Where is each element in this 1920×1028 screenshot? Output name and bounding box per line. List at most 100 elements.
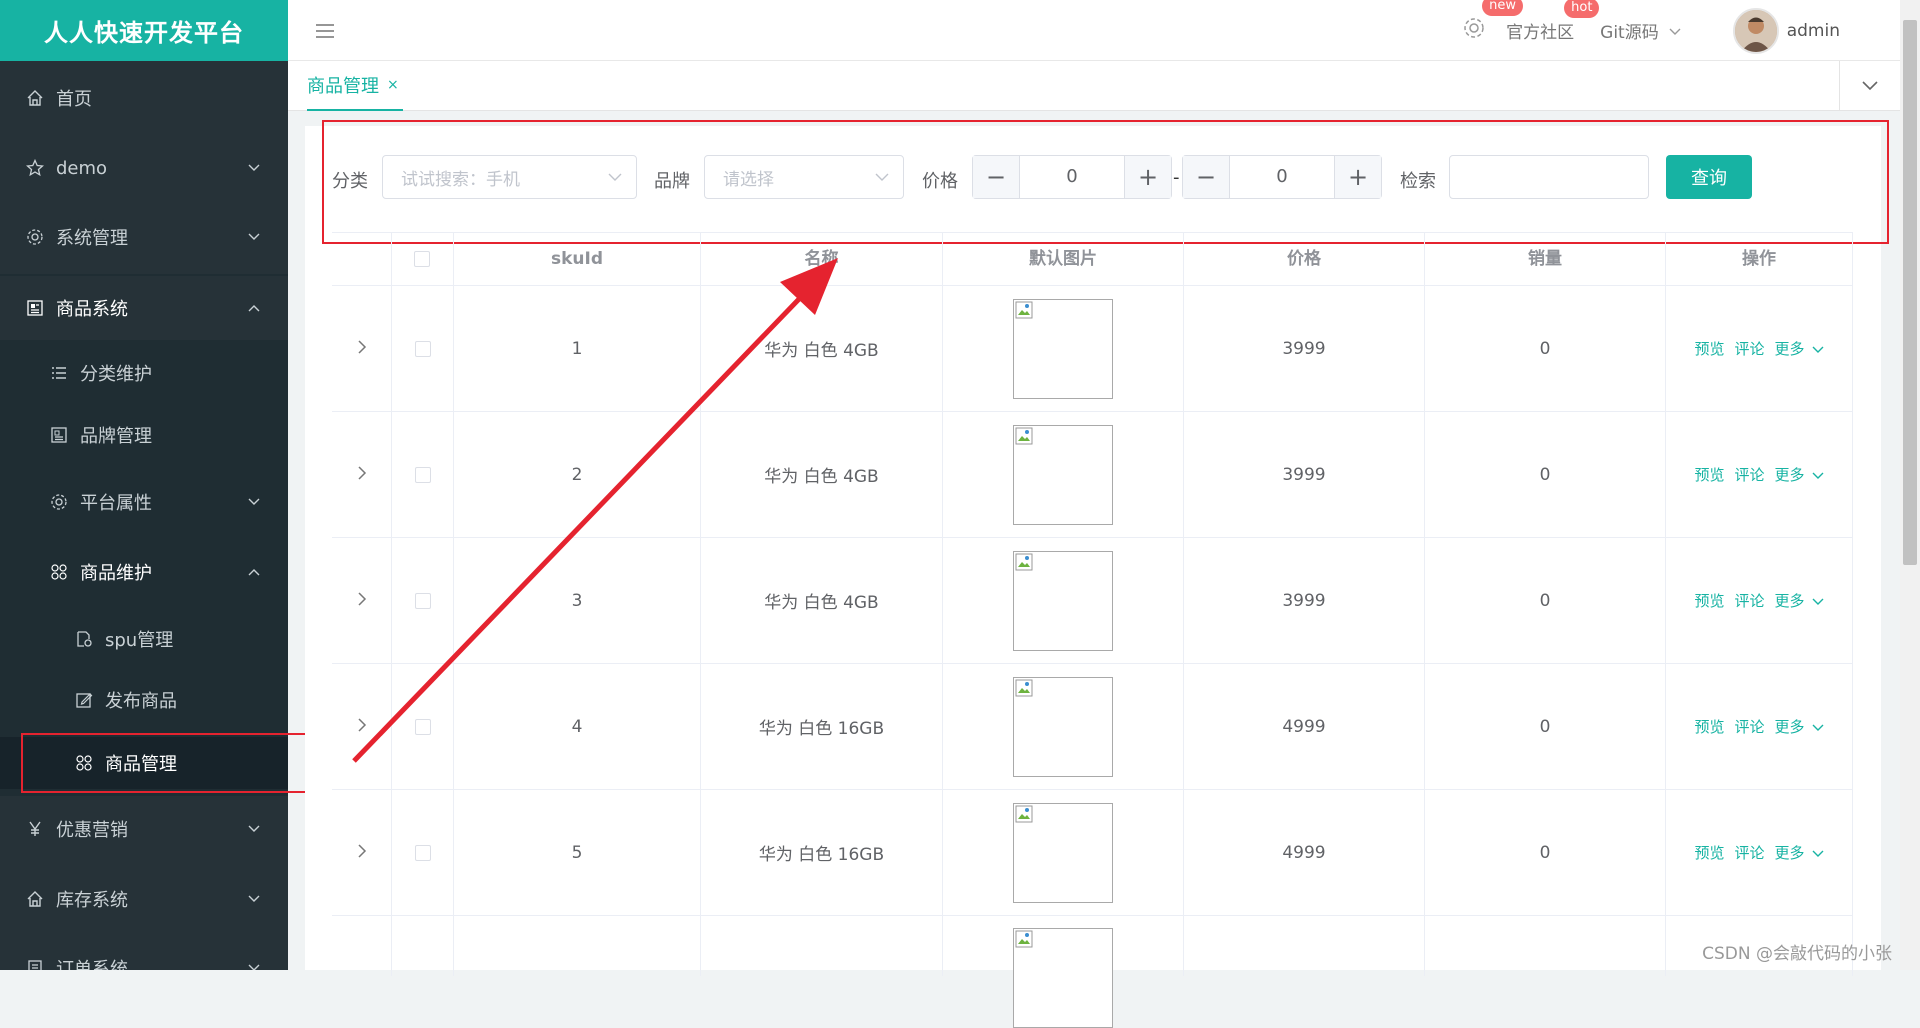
gear-icon <box>48 491 70 513</box>
preview-link[interactable]: 预览 <box>1694 716 1724 737</box>
more-dropdown[interactable]: 更多 <box>1775 842 1805 863</box>
chevron-right-icon[interactable] <box>357 717 367 737</box>
table-row: 2 华为 白色 4GB 3999 0 预览 评论 更多 <box>332 412 1853 538</box>
chevron-right-icon[interactable] <box>357 591 367 611</box>
preview-link[interactable]: 预览 <box>1694 590 1724 611</box>
sidebar-item-product-maintain[interactable]: 商品维护 <box>0 546 288 598</box>
skuid-cell: 5 <box>454 790 701 915</box>
chevron-right-icon[interactable] <box>357 843 367 863</box>
chevron-down-icon[interactable] <box>1812 718 1824 736</box>
more-dropdown[interactable]: 更多 <box>1775 716 1805 737</box>
product-image <box>1013 298 1113 399</box>
git-dropdown[interactable]: Git源码 <box>1600 18 1681 43</box>
chevron-down-icon[interactable] <box>1812 466 1824 484</box>
row-checkbox[interactable] <box>414 340 431 357</box>
tab-label: 商品管理 <box>307 76 379 97</box>
more-dropdown[interactable]: 更多 <box>1775 338 1805 359</box>
chevron-down-icon[interactable] <box>1812 844 1824 862</box>
column-header[interactable]: 价格 <box>1184 233 1425 285</box>
column-header[interactable]: 名称 <box>701 233 943 285</box>
expand-column-header <box>332 233 392 285</box>
sidebar-item-attributes[interactable]: 平台属性 <box>0 477 288 527</box>
expand-cell <box>332 664 392 789</box>
broken-image-icon <box>1015 679 1033 697</box>
sidebar-item-brand[interactable]: 品牌管理 <box>0 410 288 460</box>
ops-cell: 预览 评论 更多 <box>1666 286 1853 411</box>
navbar-right: new 官方社区 hot Git源码 admin <box>1424 0 1840 61</box>
preview-link[interactable]: 预览 <box>1694 464 1724 485</box>
comment-link[interactable]: 评论 <box>1734 716 1764 737</box>
grid-icon <box>48 561 70 583</box>
select-cell <box>392 286 454 411</box>
select-cell <box>392 664 454 789</box>
sidebar-item-publish[interactable]: 发布商品 <box>0 675 288 725</box>
settings-button[interactable]: new <box>1462 0 1524 45</box>
more-dropdown[interactable]: 更多 <box>1775 590 1805 611</box>
image-cell <box>943 790 1184 915</box>
sidebar-item-system[interactable]: 系统管理 <box>0 209 288 265</box>
row-checkbox[interactable] <box>414 844 431 861</box>
image-cell <box>943 412 1184 537</box>
tab-product-manage[interactable]: 商品管理 × <box>307 61 403 111</box>
sidebar-item-home[interactable]: 首页 <box>0 70 288 126</box>
username: admin <box>1786 20 1840 41</box>
broken-image-icon <box>1015 553 1033 571</box>
row-checkbox[interactable] <box>414 466 431 483</box>
column-header[interactable]: 操作 <box>1666 233 1853 285</box>
row-checkbox[interactable] <box>414 592 431 609</box>
sales-cell: 0 <box>1425 664 1666 789</box>
product-image <box>1013 802 1113 903</box>
price-cell: 4999 <box>1184 790 1425 915</box>
chevron-down-icon <box>246 494 262 510</box>
skuid-cell: 2 <box>454 412 701 537</box>
column-header[interactable]: 默认图片 <box>943 233 1184 285</box>
expand-cell <box>332 412 392 537</box>
scrollbar-thumb[interactable] <box>1903 20 1917 565</box>
preview-link[interactable]: 预览 <box>1694 842 1724 863</box>
sales-cell: 0 <box>1425 538 1666 663</box>
table-header: skuId 名称 默认图片 价格 销量 操作 <box>332 232 1853 286</box>
sidebar-item-inventory[interactable]: 库存系统 <box>0 871 288 927</box>
table-row: 1 华为 白色 4GB 3999 0 预览 评论 更多 <box>332 286 1853 412</box>
preview-link[interactable]: 预览 <box>1694 338 1724 359</box>
comment-link[interactable]: 评论 <box>1734 338 1764 359</box>
row-checkbox[interactable] <box>414 718 431 735</box>
sidebar-item-category[interactable]: 分类维护 <box>0 348 288 398</box>
product-icon <box>24 297 46 319</box>
table-row: 4 华为 白色 16GB 4999 0 预览 评论 更多 <box>332 664 1853 790</box>
row-actions: 预览 评论 更多 <box>1689 338 1828 359</box>
chevron-down-icon[interactable] <box>1812 592 1824 610</box>
column-header[interactable]: 销量 <box>1425 233 1666 285</box>
ops-cell: 预览 评论 更多 <box>1666 790 1853 915</box>
sidebar-item-label: 商品维护 <box>80 563 152 584</box>
user-menu[interactable]: admin <box>1732 7 1840 54</box>
sidebar-item-product-system[interactable]: 商品系统 <box>0 276 288 340</box>
brand-logo[interactable]: 人人快速开发平台 <box>0 0 288 61</box>
expand-cell <box>332 538 392 663</box>
chevron-down-icon <box>246 891 262 907</box>
sidebar-item-label: 品牌管理 <box>80 426 152 447</box>
comment-link[interactable]: 评论 <box>1734 464 1764 485</box>
chevron-down-icon <box>246 229 262 245</box>
sidebar-item-label: 商品系统 <box>56 299 128 320</box>
community-link[interactable]: 官方社区 hot <box>1506 0 1600 43</box>
sidebar-item-demo[interactable]: demo <box>0 140 288 196</box>
comment-link[interactable]: 评论 <box>1734 842 1764 863</box>
name-cell: 华为 白色 4GB <box>701 538 943 663</box>
new-badge: new <box>1482 0 1524 16</box>
sidebar-item-marketing[interactable]: 优惠营销 <box>0 801 288 857</box>
more-dropdown[interactable]: 更多 <box>1775 464 1805 485</box>
chevron-right-icon[interactable] <box>357 465 367 485</box>
sidebar-item-orders[interactable]: 订单系统 <box>0 940 288 970</box>
sidebar-item-label: 分类维护 <box>80 364 152 385</box>
tabs-tools-dropdown[interactable] <box>1839 61 1900 110</box>
chevron-right-icon[interactable] <box>357 339 367 359</box>
menu-toggle-icon[interactable] <box>313 19 337 43</box>
chevron-down-icon[interactable] <box>1812 340 1824 358</box>
select-all-checkbox[interactable] <box>414 251 430 267</box>
close-icon[interactable]: × <box>387 77 399 93</box>
column-header[interactable]: skuId <box>454 233 701 285</box>
product-image <box>1013 676 1113 777</box>
sidebar-item-spu[interactable]: spu管理 <box>0 614 288 664</box>
comment-link[interactable]: 评论 <box>1734 590 1764 611</box>
